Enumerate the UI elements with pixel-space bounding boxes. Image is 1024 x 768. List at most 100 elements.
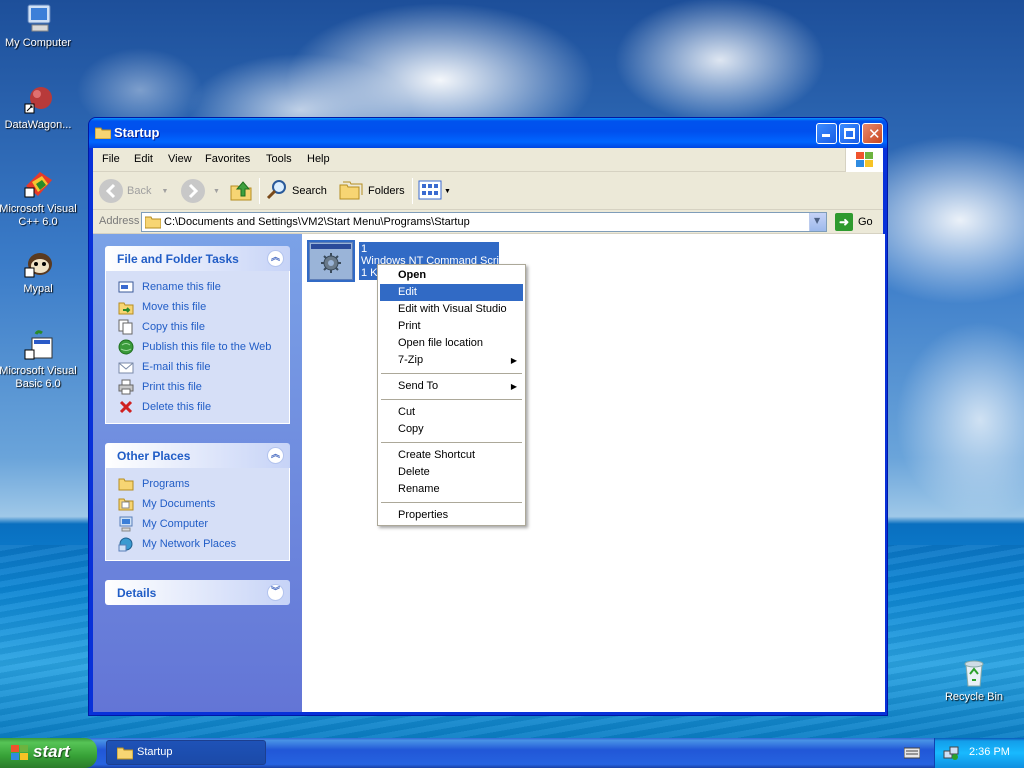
search-icon bbox=[265, 178, 289, 205]
views-button[interactable]: ▼ bbox=[417, 178, 451, 204]
maximize-button[interactable] bbox=[839, 123, 860, 144]
desktop-icon-visual-cpp[interactable]: Microsoft Visual C++ 6.0 bbox=[0, 168, 80, 229]
task-rename-file[interactable]: Rename this file bbox=[118, 277, 289, 297]
task-delete-file[interactable]: Delete this file bbox=[118, 397, 289, 417]
chevron-down-icon: ▼ bbox=[161, 187, 169, 195]
panel-header[interactable]: Other Places ︽ bbox=[105, 443, 290, 468]
other-places-panel: Other Places ︽ Programs My Documents My … bbox=[105, 443, 290, 561]
place-my-computer[interactable]: My Computer bbox=[118, 514, 289, 534]
task-print-file[interactable]: Print this file bbox=[118, 377, 289, 397]
desktop-icon-my-computer[interactable]: My Computer bbox=[0, 2, 80, 50]
menu-edit[interactable]: Edit bbox=[134, 153, 153, 165]
folders-icon bbox=[339, 179, 363, 204]
folder-icon bbox=[118, 476, 134, 492]
toolbar-separator bbox=[259, 178, 260, 204]
file-thumbnail[interactable] bbox=[307, 240, 355, 282]
panel-header[interactable]: File and Folder Tasks ︽ bbox=[105, 246, 290, 271]
windows-logo-icon bbox=[845, 148, 883, 172]
address-dropdown-button[interactable]: ▼ bbox=[809, 213, 826, 231]
close-icon: ✕ bbox=[868, 125, 881, 143]
visual-cpp-icon bbox=[22, 168, 54, 200]
desktop-icon-datawagon[interactable]: DataWagon... bbox=[0, 84, 80, 132]
up-folder-button[interactable] bbox=[229, 178, 255, 204]
task-pane: File and Folder Tasks ︽ Rename this file… bbox=[93, 234, 302, 712]
mypal-icon bbox=[22, 248, 54, 280]
task-copy-file[interactable]: Copy this file bbox=[118, 317, 289, 337]
ctx-rename[interactable]: Rename bbox=[380, 481, 523, 498]
submenu-arrow-icon: ▶ bbox=[510, 382, 517, 391]
menu-favorites[interactable]: Favorites bbox=[205, 153, 250, 165]
window-title: Startup bbox=[114, 125, 160, 140]
menu-separator bbox=[381, 399, 522, 400]
go-button[interactable]: ➜ Go bbox=[835, 213, 873, 231]
globe-icon bbox=[118, 339, 134, 355]
ctx-copy[interactable]: Copy bbox=[380, 421, 523, 438]
forward-arrow-icon bbox=[181, 179, 205, 203]
close-button[interactable]: ✕ bbox=[862, 123, 883, 144]
search-button[interactable]: Search bbox=[265, 178, 327, 204]
command-script-icon bbox=[309, 242, 353, 280]
network-status-icon[interactable] bbox=[943, 745, 959, 764]
forward-button[interactable]: ▼ bbox=[181, 178, 220, 204]
place-my-network[interactable]: My Network Places bbox=[118, 534, 289, 554]
ctx-edit[interactable]: Edit bbox=[380, 284, 523, 301]
chevron-down-icon: ▼ bbox=[213, 187, 220, 195]
folder-icon bbox=[94, 126, 112, 140]
back-button[interactable]: Back ▼ bbox=[99, 178, 168, 204]
ctx-7zip[interactable]: 7-Zip ▶ bbox=[380, 352, 523, 369]
keyboard-icon[interactable] bbox=[903, 747, 921, 762]
ctx-cut[interactable]: Cut bbox=[380, 404, 523, 421]
panel-header[interactable]: Details ︾ bbox=[105, 580, 290, 605]
place-programs[interactable]: Programs bbox=[118, 474, 289, 494]
clock[interactable]: 2:36 PM bbox=[969, 746, 1010, 758]
menu-help[interactable]: Help bbox=[307, 153, 330, 165]
minimize-button[interactable] bbox=[816, 123, 837, 144]
menu-separator bbox=[381, 373, 522, 374]
menu-separator bbox=[381, 442, 522, 443]
collapse-icon[interactable]: ︽ bbox=[267, 447, 284, 464]
toolbar: Back ▼ ▼ Search Folders ▼ bbox=[93, 172, 883, 210]
ctx-open[interactable]: Open bbox=[380, 267, 523, 284]
documents-icon bbox=[118, 496, 134, 512]
email-icon bbox=[118, 359, 134, 375]
expand-icon[interactable]: ︾ bbox=[267, 584, 284, 601]
collapse-icon[interactable]: ︽ bbox=[267, 250, 284, 267]
desktop-icon-mypal[interactable]: Mypal bbox=[0, 248, 80, 296]
ctx-open-file-location[interactable]: Open file location bbox=[380, 335, 523, 352]
ctx-send-to[interactable]: Send To ▶ bbox=[380, 378, 523, 395]
printer-icon bbox=[118, 379, 134, 395]
menu-file[interactable]: File bbox=[102, 153, 120, 165]
ctx-delete[interactable]: Delete bbox=[380, 464, 523, 481]
start-button[interactable]: start bbox=[0, 738, 97, 768]
ctx-edit-visual-studio[interactable]: Edit with Visual Studio bbox=[380, 301, 523, 318]
copy-icon bbox=[118, 319, 134, 335]
taskbar: start Startup 2:36 PM bbox=[0, 738, 1024, 768]
desktop-icon-recycle-bin[interactable]: Recycle Bin bbox=[932, 656, 1016, 704]
place-my-documents[interactable]: My Documents bbox=[118, 494, 289, 514]
network-icon bbox=[118, 536, 134, 552]
address-bar: Address C:\Documents and Settings\VM2\St… bbox=[93, 210, 883, 234]
menu-tools[interactable]: Tools bbox=[266, 153, 292, 165]
menu-view[interactable]: View bbox=[168, 153, 192, 165]
toolbar-separator bbox=[412, 178, 413, 204]
ctx-create-shortcut[interactable]: Create Shortcut bbox=[380, 447, 523, 464]
computer-icon bbox=[118, 516, 134, 532]
delete-icon bbox=[118, 399, 134, 415]
context-menu: Open Edit Edit with Visual Studio Print … bbox=[377, 264, 526, 526]
submenu-arrow-icon: ▶ bbox=[510, 356, 517, 365]
move-icon bbox=[118, 299, 134, 315]
task-publish-web[interactable]: Publish this file to the Web bbox=[118, 337, 289, 357]
ctx-properties[interactable]: Properties bbox=[380, 507, 523, 524]
ctx-print[interactable]: Print bbox=[380, 318, 523, 335]
taskbar-button-startup[interactable]: Startup bbox=[106, 740, 266, 765]
visual-basic-icon bbox=[22, 330, 54, 362]
address-field[interactable]: C:\Documents and Settings\VM2\Start Menu… bbox=[141, 212, 827, 232]
desktop-icon-visual-basic[interactable]: Microsoft Visual Basic 6.0 bbox=[0, 330, 80, 391]
task-move-file[interactable]: Move this file bbox=[118, 297, 289, 317]
views-icon bbox=[417, 179, 443, 204]
folders-button[interactable]: Folders bbox=[339, 178, 405, 204]
address-value: C:\Documents and Settings\VM2\Start Menu… bbox=[164, 216, 470, 228]
system-tray: 2:36 PM bbox=[934, 738, 1024, 768]
task-email-file[interactable]: E-mail this file bbox=[118, 357, 289, 377]
title-bar[interactable]: Startup ✕ bbox=[89, 118, 887, 148]
